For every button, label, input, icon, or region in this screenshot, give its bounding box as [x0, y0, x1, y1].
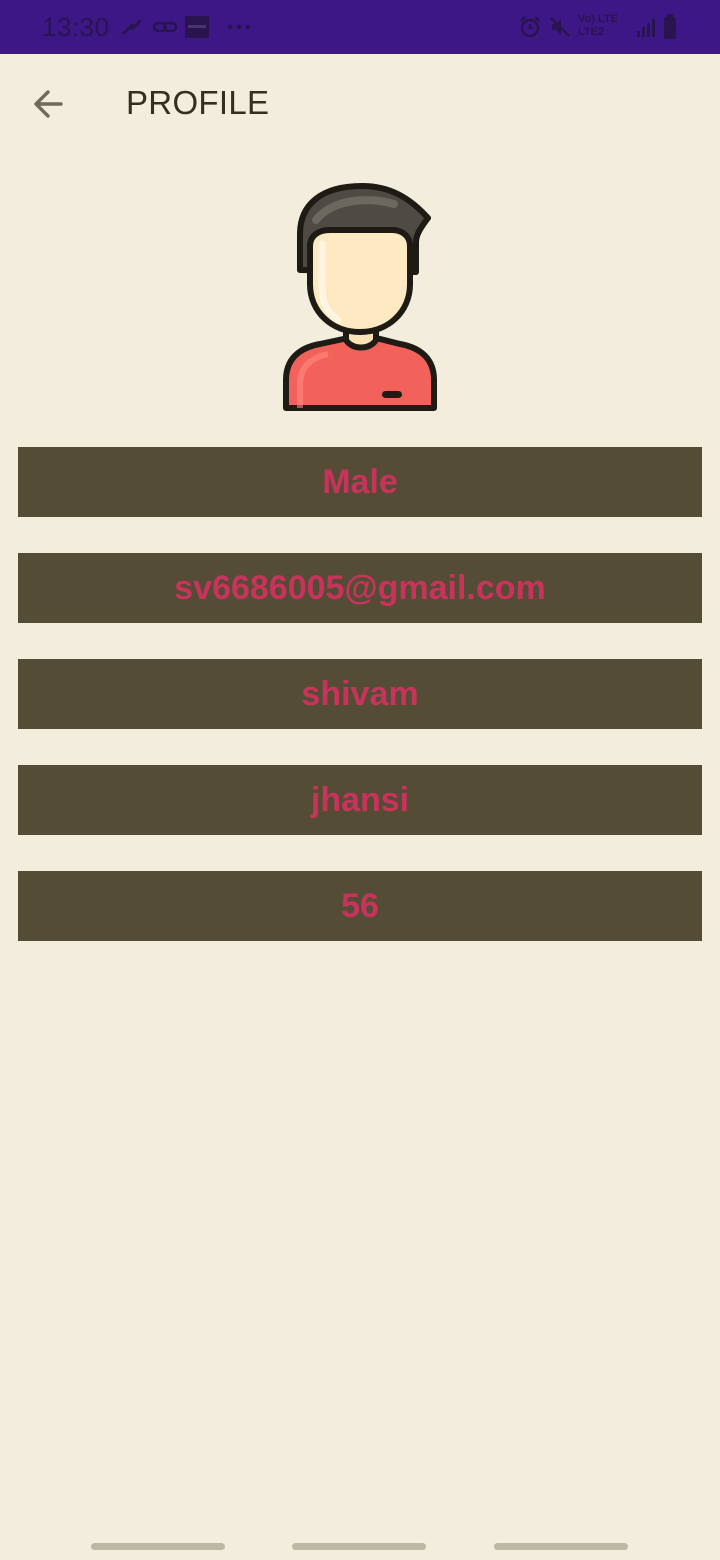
arrow-back-icon — [34, 90, 63, 118]
nav-recent-handle[interactable] — [91, 1543, 225, 1550]
toolbar: PROFILE — [0, 54, 720, 154]
status-time: 13:30 — [42, 12, 110, 42]
name-field: shivam — [18, 659, 702, 729]
city-field: jhansi — [18, 765, 702, 835]
volte-lte2-icon: Vo) LTE LTE2 — [578, 13, 632, 41]
signal-icon — [637, 19, 655, 37]
more-dots-icon — [227, 24, 251, 30]
back-button[interactable] — [24, 82, 72, 126]
route-icon — [122, 19, 142, 35]
nav-home-handle[interactable] — [292, 1543, 426, 1550]
link-icon — [152, 21, 178, 33]
page-title: PROFILE — [126, 84, 270, 121]
alarm-icon — [520, 16, 540, 38]
status-bar: 13:30 Vo) LTE LTE2 — [0, 0, 720, 54]
email-field: sv6686005@gmail.com — [18, 553, 702, 623]
age-field: 56 — [18, 871, 702, 941]
battery-icon — [664, 14, 676, 39]
image-thumbnail-icon — [185, 16, 209, 38]
user-avatar-icon — [283, 183, 437, 411]
mute-icon — [550, 17, 570, 37]
network-label-top: Vo) LTE — [578, 13, 618, 25]
nav-back-handle[interactable] — [494, 1543, 628, 1550]
gender-field: Male — [18, 447, 702, 517]
network-label-bottom: LTE2 — [578, 26, 605, 38]
